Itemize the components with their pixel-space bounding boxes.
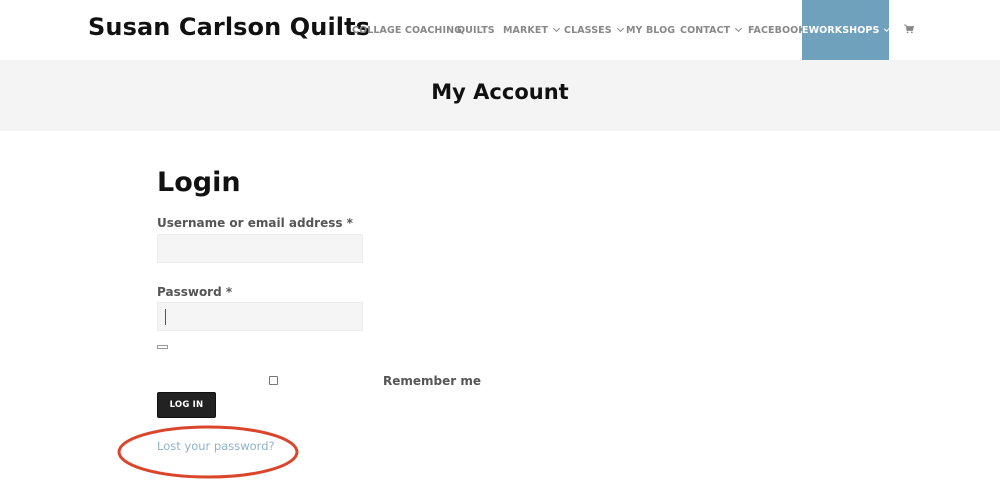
nav-item-label: CLASSES xyxy=(564,24,612,36)
nav-item-label: FACEBOOK xyxy=(748,24,806,36)
text-cursor xyxy=(165,309,166,325)
nav-item-label: EWORKSHOPS xyxy=(802,24,880,36)
cart-icon[interactable] xyxy=(904,24,914,34)
site-title[interactable]: Susan Carlson Quilts xyxy=(88,13,370,41)
login-heading: Login xyxy=(157,167,241,198)
nav-item-facebook[interactable]: FACEBOOK xyxy=(748,0,806,60)
nav-item-collage-coaching[interactable]: COLLAGE COACHING xyxy=(352,0,462,60)
chevron-down-icon xyxy=(735,24,743,33)
nav-item-market[interactable]: MARKET xyxy=(503,0,561,60)
nav-item-classes[interactable]: CLASSES xyxy=(564,0,624,60)
nav-item-label: CONTACT xyxy=(680,24,731,36)
nav-item-my-blog[interactable]: MY BLOG xyxy=(626,0,675,60)
remember-me-label[interactable]: Remember me xyxy=(383,374,481,388)
username-input[interactable] xyxy=(157,234,363,263)
nav-item-contact[interactable]: CONTACT xyxy=(680,0,743,60)
password-label: Password * xyxy=(157,285,233,299)
chevron-down-icon xyxy=(884,25,891,32)
chevron-down-icon xyxy=(616,24,624,33)
annotation-ellipse xyxy=(117,425,299,479)
nav-item-quilts[interactable]: QUILTS xyxy=(457,0,495,60)
site-header: Susan Carlson Quilts COLLAGE COACHING QU… xyxy=(0,0,1000,60)
password-input[interactable] xyxy=(157,302,363,331)
page-title: My Account xyxy=(431,80,569,104)
nav-item-label: QUILTS xyxy=(457,24,495,36)
username-label: Username or email address * xyxy=(157,216,353,230)
login-button[interactable]: LOG IN xyxy=(157,392,216,418)
page-title-banner: My Account xyxy=(0,60,1000,131)
chevron-down-icon xyxy=(553,24,561,33)
show-password-toggle[interactable] xyxy=(157,345,168,349)
nav-item-label: MY BLOG xyxy=(626,24,676,36)
nav-item-label: COLLAGE COACHING xyxy=(352,24,463,36)
remember-me-checkbox[interactable] xyxy=(269,376,278,385)
nav-item-eworkshops[interactable]: EWORKSHOPS xyxy=(802,0,891,60)
nav-item-label: MARKET xyxy=(503,24,549,36)
